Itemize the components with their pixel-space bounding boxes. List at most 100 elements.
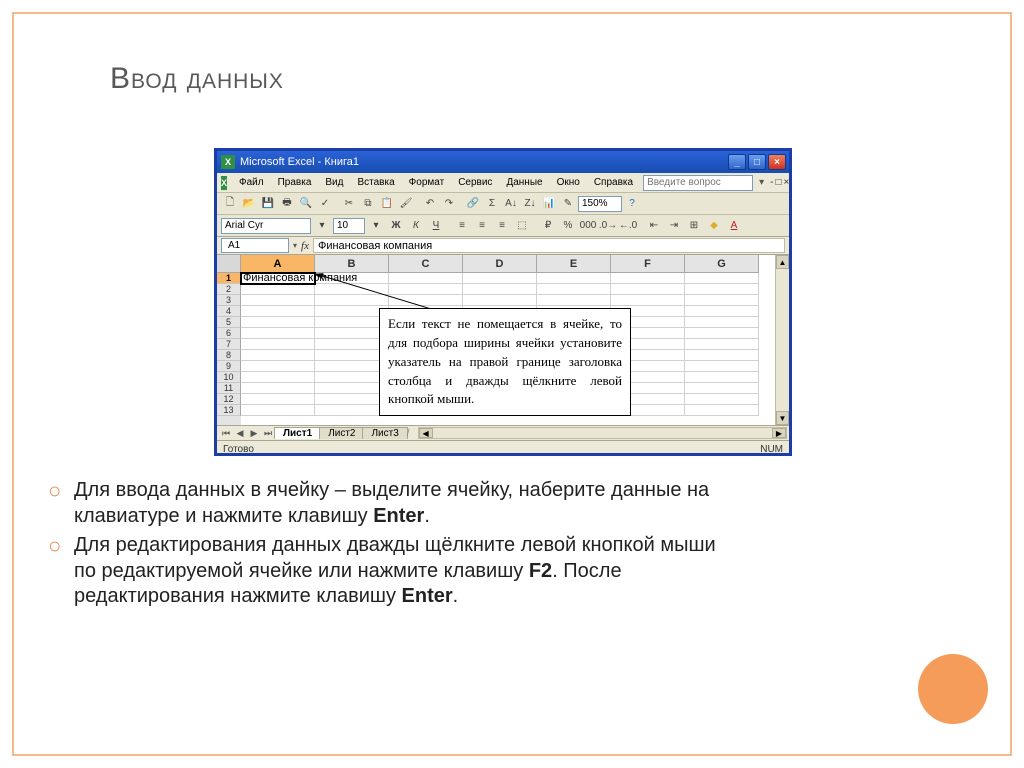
drawing-icon[interactable]: ✎ <box>559 195 577 213</box>
doc-restore-button[interactable]: □ <box>775 177 781 188</box>
row-header-11[interactable]: 11 <box>217 383 241 394</box>
cell[interactable] <box>241 372 315 383</box>
bold-icon[interactable]: Ж <box>387 217 405 235</box>
select-all-corner[interactable] <box>217 255 241 273</box>
print-icon[interactable]: 🖶 <box>278 195 296 213</box>
row-header-13[interactable]: 13 <box>217 405 241 416</box>
spell-icon[interactable]: ✓ <box>316 195 334 213</box>
cell[interactable] <box>389 273 463 284</box>
cell[interactable] <box>315 383 389 394</box>
cell[interactable] <box>611 295 685 306</box>
col-header-b[interactable]: B <box>315 255 389 273</box>
align-left-icon[interactable]: ≡ <box>453 217 471 235</box>
outdent-icon[interactable]: ⇤ <box>645 217 663 235</box>
underline-icon[interactable]: Ч <box>427 217 445 235</box>
horizontal-scrollbar[interactable]: ◀ ▶ <box>418 427 787 439</box>
merge-icon[interactable]: ⬚ <box>513 217 531 235</box>
doc-minimize-button[interactable]: - <box>770 177 773 188</box>
sheet-tab-1[interactable]: Лист1 <box>274 427 321 439</box>
vertical-scrollbar[interactable]: ▲ ▼ <box>775 255 789 425</box>
scroll-down-icon[interactable]: ▼ <box>776 411 789 425</box>
cell[interactable] <box>685 339 759 350</box>
scroll-left-icon[interactable]: ◀ <box>419 428 433 438</box>
cell[interactable] <box>685 361 759 372</box>
cell[interactable] <box>241 317 315 328</box>
cell[interactable] <box>463 295 537 306</box>
fill-color-icon[interactable]: ◆ <box>705 217 723 235</box>
fx-icon[interactable]: fx <box>301 240 309 252</box>
menu-tools[interactable]: Сервис <box>452 175 498 190</box>
row-header-7[interactable]: 7 <box>217 339 241 350</box>
row-header-4[interactable]: 4 <box>217 306 241 317</box>
row-header-1[interactable]: 1 <box>217 273 241 284</box>
cell[interactable] <box>241 295 315 306</box>
col-header-e[interactable]: E <box>537 255 611 273</box>
dropdown-icon[interactable]: ▾ <box>367 217 385 235</box>
cell[interactable] <box>315 328 389 339</box>
row-header-6[interactable]: 6 <box>217 328 241 339</box>
autosum-icon[interactable]: Σ <box>483 195 501 213</box>
row-header-8[interactable]: 8 <box>217 350 241 361</box>
help-dropdown-icon[interactable]: ▾ <box>755 177 768 188</box>
menu-window[interactable]: Окно <box>551 175 586 190</box>
cell[interactable] <box>685 383 759 394</box>
row-header-2[interactable]: 2 <box>217 284 241 295</box>
zoom-input[interactable]: 150% <box>578 196 622 212</box>
formula-input[interactable]: Финансовая компания <box>313 238 785 253</box>
col-header-d[interactable]: D <box>463 255 537 273</box>
menu-file[interactable]: Файл <box>233 175 270 190</box>
cell[interactable] <box>315 405 389 416</box>
cell[interactable] <box>241 339 315 350</box>
minimize-button[interactable]: _ <box>728 154 746 170</box>
cell[interactable] <box>685 350 759 361</box>
cell[interactable] <box>463 273 537 284</box>
tab-prev-icon[interactable]: ◀ <box>233 428 247 439</box>
cell[interactable] <box>685 317 759 328</box>
align-center-icon[interactable]: ≡ <box>473 217 491 235</box>
borders-icon[interactable]: ⊞ <box>685 217 703 235</box>
name-box-dropdown-icon[interactable]: ▾ <box>293 241 297 250</box>
cell[interactable] <box>389 295 463 306</box>
doc-close-button[interactable]: × <box>783 177 789 188</box>
undo-icon[interactable]: ↶ <box>421 195 439 213</box>
help-icon[interactable]: ? <box>623 195 641 213</box>
cell[interactable] <box>611 284 685 295</box>
maximize-button[interactable]: □ <box>748 154 766 170</box>
cell[interactable] <box>537 273 611 284</box>
col-header-a[interactable]: A <box>241 255 315 273</box>
cell[interactable] <box>685 295 759 306</box>
inc-decimal-icon[interactable]: .0→ <box>599 217 617 235</box>
save-icon[interactable]: 💾 <box>259 195 277 213</box>
italic-icon[interactable]: К <box>407 217 425 235</box>
sheet-tab-2[interactable]: Лист2 <box>319 427 364 439</box>
open-icon[interactable]: 📂 <box>240 195 258 213</box>
currency-icon[interactable]: ₽ <box>539 217 557 235</box>
sort-asc-icon[interactable]: A↓ <box>502 195 520 213</box>
paste-icon[interactable]: 📋 <box>378 195 396 213</box>
cell[interactable] <box>315 284 389 295</box>
preview-icon[interactable]: 🔍 <box>297 195 315 213</box>
cell[interactable] <box>315 350 389 361</box>
font-color-icon[interactable]: A <box>725 217 743 235</box>
cell[interactable] <box>685 328 759 339</box>
cell[interactable] <box>685 306 759 317</box>
menu-data[interactable]: Данные <box>500 175 548 190</box>
percent-icon[interactable]: % <box>559 217 577 235</box>
cell[interactable] <box>463 284 537 295</box>
scroll-right-icon[interactable]: ▶ <box>772 428 786 438</box>
cell[interactable] <box>685 372 759 383</box>
cell[interactable] <box>685 273 759 284</box>
chart-icon[interactable]: 📊 <box>540 195 558 213</box>
cell[interactable] <box>241 361 315 372</box>
excel-menu-icon[interactable]: X <box>221 176 227 190</box>
menu-format[interactable]: Формат <box>403 175 451 190</box>
cell[interactable] <box>241 328 315 339</box>
cell[interactable] <box>315 295 389 306</box>
col-header-c[interactable]: C <box>389 255 463 273</box>
font-size-select[interactable]: 10 <box>333 218 365 234</box>
menu-view[interactable]: Вид <box>319 175 349 190</box>
align-right-icon[interactable]: ≡ <box>493 217 511 235</box>
cell[interactable] <box>241 350 315 361</box>
cell[interactable] <box>315 339 389 350</box>
cell[interactable] <box>389 284 463 295</box>
